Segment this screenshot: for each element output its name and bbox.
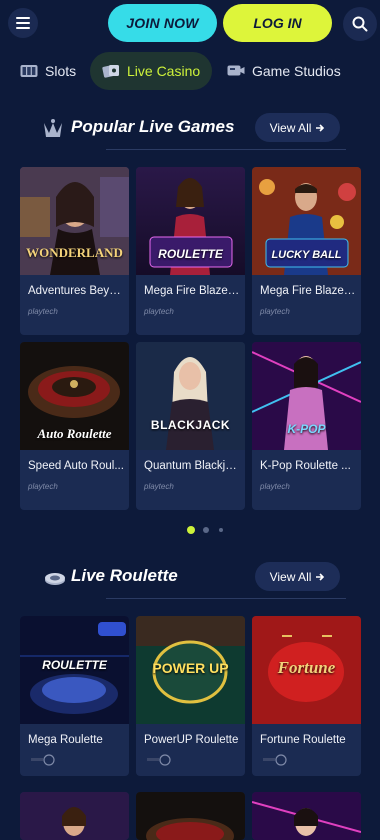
game-thumbnail: WONDERLAND xyxy=(20,167,129,275)
live-roulette-header: Live Roulette View All xyxy=(0,562,380,594)
game-card[interactable]: Fortune Fortune Roulette xyxy=(252,616,361,776)
game-card[interactable]: WONDERLAND Adventures Beyo... playtech xyxy=(20,167,129,335)
arrow-right-icon xyxy=(316,572,325,581)
category-nav: Slots Live Casino Game Studios xyxy=(0,52,380,90)
game-title: Speed Auto Roul... xyxy=(28,460,124,472)
top-header: JOIN NOW LOG IN xyxy=(0,0,380,46)
provider-logo-icon xyxy=(263,754,287,766)
provider-logo: playtech xyxy=(28,482,58,491)
pagination-dot-active[interactable] xyxy=(187,526,195,534)
view-all-roulette-button[interactable]: View All xyxy=(255,562,340,591)
game-thumbnail: POWER UP xyxy=(136,616,245,724)
crown-cards-icon xyxy=(44,119,62,137)
game-thumbnail: Fortune xyxy=(252,616,361,724)
game-card[interactable]: POWER UP PowerUP Roulette xyxy=(136,616,245,776)
menu-button[interactable] xyxy=(8,8,38,38)
game-card[interactable]: BLACKJACK Quantum Blackja... playtech xyxy=(136,342,245,510)
game-art-text: ROULETTE xyxy=(42,658,107,672)
provider-logo-icon xyxy=(31,754,55,766)
game-art-text: WONDERLAND xyxy=(26,245,123,260)
game-thumbnail: Auto Roulette xyxy=(20,342,129,450)
game-art-text: LUCKY BALL xyxy=(271,249,342,261)
hamburger-line xyxy=(16,22,30,24)
roulette-wheel-icon xyxy=(45,573,65,585)
search-button[interactable] xyxy=(343,7,377,41)
game-thumbnail: LUCKY BALL xyxy=(252,167,361,275)
game-card-partial[interactable] xyxy=(20,792,129,840)
game-title: Mega Fire Blaze ... xyxy=(144,285,240,297)
provider-logo: playtech xyxy=(260,307,290,316)
provider-logo-icon xyxy=(147,754,171,766)
game-title: Mega Fire Blaze ... xyxy=(260,285,356,297)
game-art-text: Fortune xyxy=(277,658,336,677)
game-art-text: Auto Roulette xyxy=(37,426,112,441)
game-art xyxy=(136,792,245,840)
game-title: PowerUP Roulette xyxy=(144,734,239,746)
section-title: Live Roulette xyxy=(71,566,178,585)
section-divider xyxy=(106,149,346,150)
section-title: Popular Live Games xyxy=(71,117,235,136)
popular-live-games-header: Popular Live Games View All xyxy=(0,113,380,145)
search-icon xyxy=(352,16,368,32)
game-art xyxy=(252,792,361,840)
carousel-pagination xyxy=(187,525,227,535)
provider-logo: playtech xyxy=(260,482,290,491)
login-button[interactable]: LOG IN xyxy=(223,4,332,42)
game-card[interactable]: K-POP K-Pop Roulette ... playtech xyxy=(252,342,361,510)
game-card[interactable]: LUCKY BALL Mega Fire Blaze ... playtech xyxy=(252,167,361,335)
game-art-text: BLACKJACK xyxy=(150,418,231,432)
game-card-partial[interactable] xyxy=(136,792,245,840)
game-thumbnail: ROULETTE xyxy=(136,167,245,275)
game-title: K-Pop Roulette ... xyxy=(260,460,351,472)
game-art-text: K-POP xyxy=(287,422,326,436)
provider-logo: playtech xyxy=(28,307,58,316)
category-slots[interactable]: Slots xyxy=(20,52,76,90)
view-all-label: View All xyxy=(269,569,312,584)
view-all-label: View All xyxy=(269,120,312,135)
category-game-studios[interactable]: Game Studios xyxy=(227,52,341,90)
slots-icon xyxy=(20,65,38,77)
game-card-partial[interactable] xyxy=(252,792,361,840)
game-title: Mega Roulette xyxy=(28,734,103,746)
hamburger-line xyxy=(16,27,30,29)
game-art xyxy=(20,792,129,840)
game-art xyxy=(136,342,245,450)
hamburger-line xyxy=(16,17,30,19)
game-card[interactable]: Auto Roulette Speed Auto Roul... playtec… xyxy=(20,342,129,510)
game-studios-icon xyxy=(227,65,245,76)
category-label: Game Studios xyxy=(252,63,341,79)
game-title: Adventures Beyo... xyxy=(28,285,124,297)
provider-logo: playtech xyxy=(144,482,174,491)
game-card[interactable]: ROULETTE Mega Fire Blaze ... playtech xyxy=(136,167,245,335)
category-live-casino[interactable]: Live Casino xyxy=(90,52,213,90)
pagination-dot[interactable] xyxy=(203,527,209,533)
game-thumbnail: ROULETTE xyxy=(20,616,129,724)
game-card[interactable]: ROULETTE Mega Roulette xyxy=(20,616,129,776)
join-now-button[interactable]: JOIN NOW xyxy=(108,4,217,42)
pagination-dot[interactable] xyxy=(219,528,223,532)
game-title: Fortune Roulette xyxy=(260,734,346,746)
game-art-text: ROULETTE xyxy=(158,247,223,261)
live-casino-icon xyxy=(102,65,119,78)
game-thumbnail: BLACKJACK xyxy=(136,342,245,450)
game-title: Quantum Blackja... xyxy=(144,460,240,472)
category-label: Slots xyxy=(45,63,77,79)
provider-logo: playtech xyxy=(144,307,174,316)
game-art-text: POWER UP xyxy=(152,660,229,676)
section-divider xyxy=(106,598,346,599)
view-all-popular-button[interactable]: View All xyxy=(255,113,340,142)
arrow-right-icon xyxy=(316,123,325,132)
game-thumbnail: K-POP xyxy=(252,342,361,450)
category-label: Live Casino xyxy=(127,63,201,79)
